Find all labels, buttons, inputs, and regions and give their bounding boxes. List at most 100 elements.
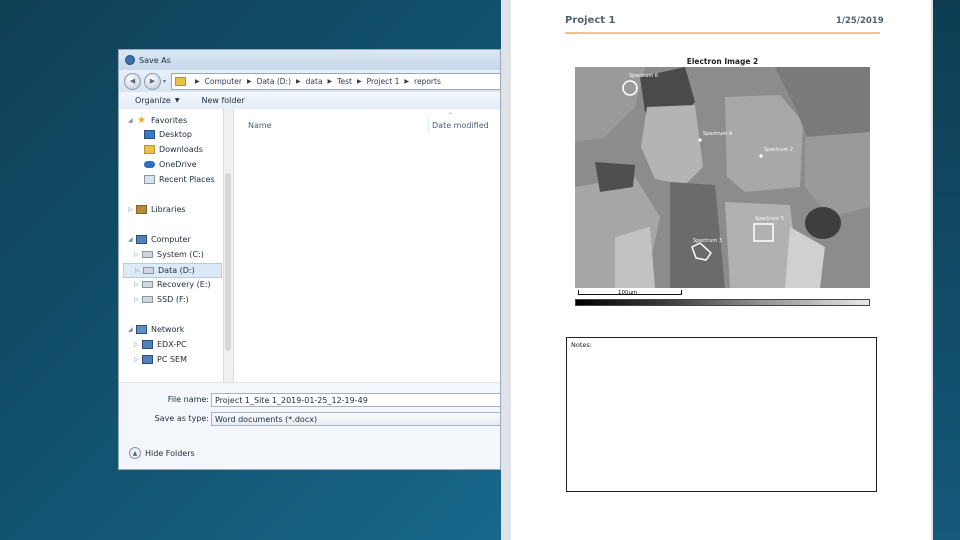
save-as-dialog: Save As ◀ ▶ ▾ ▶ Computer ▶ Data (D:) ▶ d… bbox=[118, 49, 501, 470]
desktop-icon bbox=[144, 130, 155, 139]
libraries-icon bbox=[136, 205, 147, 214]
app-icon bbox=[125, 55, 135, 65]
column-divider[interactable] bbox=[428, 117, 429, 133]
address-bar[interactable]: ▶ Computer ▶ Data (D:) ▶ data ▶ Test ▶ P… bbox=[171, 72, 500, 90]
forward-arrow-icon[interactable]: ▶ bbox=[144, 72, 161, 90]
organize-label: Organize bbox=[135, 96, 171, 105]
nav-recent-places[interactable]: Recent Places bbox=[144, 175, 215, 184]
collapsed-triangle-icon[interactable]: ▷ bbox=[134, 356, 142, 363]
spectrum-label: Spectrum 2 bbox=[764, 147, 793, 153]
nav-computer[interactable]: ◢ Computer bbox=[128, 235, 191, 244]
electron-image: Spectrum 6 Spectrum 4 Spectrum 2 Spectru… bbox=[575, 67, 870, 288]
drive-icon bbox=[142, 296, 153, 303]
collapsed-triangle-icon[interactable]: ▷ bbox=[134, 251, 142, 258]
drive-icon bbox=[142, 281, 153, 288]
nav-system-drive-label: System (C:) bbox=[157, 250, 204, 259]
notes-label: Notes: bbox=[571, 341, 592, 349]
nav-onedrive-label: OneDrive bbox=[159, 160, 197, 169]
expanded-triangle-icon[interactable]: ◢ bbox=[128, 117, 136, 124]
downloads-icon bbox=[144, 145, 155, 154]
nav-recovery-drive-label: Recovery (E:) bbox=[157, 280, 211, 289]
save-as-type-label: Save as type: bbox=[154, 414, 209, 423]
star-icon: ★ bbox=[137, 115, 146, 126]
nav-network-label: Network bbox=[151, 325, 185, 334]
recent-locations-chevron-icon[interactable]: ▾ bbox=[163, 78, 166, 85]
collapsed-triangle-icon[interactable]: ▷ bbox=[128, 206, 136, 213]
header-rule bbox=[565, 32, 880, 34]
nav-onedrive[interactable]: OneDrive bbox=[144, 160, 197, 169]
nav-libraries[interactable]: ▷ Libraries bbox=[128, 205, 186, 214]
file-name-input[interactable]: Project 1_Site 1_2019-01-25_12-19-49 bbox=[211, 393, 500, 407]
nav-system-drive[interactable]: ▷ System (C:) bbox=[134, 250, 204, 259]
nav-network[interactable]: ◢ Network bbox=[128, 325, 184, 334]
collapsed-triangle-icon[interactable]: ▷ bbox=[134, 341, 142, 348]
breadcrumb-separator-icon[interactable]: ▶ bbox=[247, 78, 252, 85]
nav-favorites-label: Favorites bbox=[151, 116, 188, 125]
nav-pc-sem-label: PC SEM bbox=[157, 355, 187, 364]
expanded-triangle-icon[interactable]: ◢ bbox=[128, 236, 136, 243]
chevron-down-icon: ▼ bbox=[174, 97, 180, 104]
dialog-bottom-panel: File name: Project 1_Site 1_2019-01-25_1… bbox=[119, 382, 500, 469]
collapsed-triangle-icon[interactable]: ▷ bbox=[134, 296, 142, 303]
spectrum-label: Spectrum 3 bbox=[693, 238, 722, 244]
new-folder-button[interactable]: New folder bbox=[201, 96, 244, 105]
breadcrumb-separator-icon[interactable]: ▶ bbox=[296, 78, 301, 85]
scale-bar-label: 100µm bbox=[618, 290, 638, 296]
computer-icon bbox=[142, 355, 153, 364]
breadcrumb-reports[interactable]: reports bbox=[414, 77, 441, 86]
address-row: ◀ ▶ ▾ ▶ Computer ▶ Data (D:) ▶ data ▶ Te… bbox=[119, 70, 500, 92]
recent-places-icon bbox=[144, 175, 155, 184]
collapsed-triangle-icon[interactable]: ▷ bbox=[134, 281, 142, 288]
spectrum-label: Spectrum 4 bbox=[703, 131, 732, 137]
breadcrumb-separator-icon[interactable]: ▶ bbox=[404, 78, 409, 85]
hide-folders-button[interactable]: ▲ Hide Folders bbox=[129, 447, 195, 459]
save-as-type-select[interactable]: Word documents (*.docx) bbox=[211, 412, 500, 426]
spectrum-label: Spectrum 5 bbox=[755, 216, 784, 222]
breadcrumb-test[interactable]: Test bbox=[337, 77, 352, 86]
dialog-titlebar[interactable]: Save As bbox=[119, 50, 500, 70]
nav-computer-label: Computer bbox=[151, 235, 191, 244]
nav-ssd-drive[interactable]: ▷ SSD (F:) bbox=[134, 295, 189, 304]
intensity-colorbar bbox=[575, 299, 870, 306]
organize-button[interactable]: Organize ▼ bbox=[135, 96, 179, 105]
expanded-triangle-icon[interactable]: ◢ bbox=[128, 326, 136, 333]
file-name-label: File name: bbox=[167, 395, 209, 404]
breadcrumb-project-1[interactable]: Project 1 bbox=[367, 77, 400, 86]
nav-data-drive-label: Data (D:) bbox=[158, 266, 195, 275]
folder-icon bbox=[175, 76, 187, 86]
dialog-toolbar: Organize ▼ New folder bbox=[119, 92, 500, 110]
collapsed-triangle-icon[interactable]: ▷ bbox=[135, 267, 143, 274]
document-date: 1/25/2019 bbox=[836, 16, 884, 26]
breadcrumb-computer[interactable]: Computer bbox=[205, 77, 242, 86]
nav-pc-sem[interactable]: ▷ PC SEM bbox=[134, 355, 187, 364]
column-header-date-modified[interactable]: Date modified bbox=[432, 121, 489, 130]
breadcrumb-separator-icon: ▶ bbox=[195, 77, 200, 85]
nav-edx-pc[interactable]: ▷ EDX-PC bbox=[134, 340, 187, 349]
spectrum-label: Spectrum 6 bbox=[629, 73, 658, 79]
back-arrow-icon[interactable]: ◀ bbox=[124, 72, 141, 90]
computer-icon bbox=[142, 340, 153, 349]
breadcrumb-separator-icon[interactable]: ▶ bbox=[328, 78, 333, 85]
dialog-title: Save As bbox=[139, 55, 171, 65]
notes-box[interactable]: Notes: bbox=[566, 337, 877, 492]
nav-desktop[interactable]: Desktop bbox=[144, 130, 192, 139]
nav-recent-places-label: Recent Places bbox=[159, 175, 215, 184]
desktop-edge bbox=[933, 0, 960, 540]
drive-icon bbox=[143, 267, 154, 274]
nav-favorites[interactable]: ◢ ★ Favorites bbox=[128, 115, 187, 126]
chevron-up-icon: ▲ bbox=[129, 447, 141, 459]
new-folder-label: New folder bbox=[201, 96, 245, 105]
breadcrumb-data[interactable]: data bbox=[306, 77, 323, 86]
hide-folders-label: Hide Folders bbox=[145, 448, 195, 458]
breadcrumb-separator-icon[interactable]: ▶ bbox=[357, 78, 362, 85]
cloud-icon bbox=[144, 161, 155, 168]
nav-recovery-drive[interactable]: ▷ Recovery (E:) bbox=[134, 280, 211, 289]
nav-downloads[interactable]: Downloads bbox=[144, 145, 203, 154]
breadcrumb-data-drive[interactable]: Data (D:) bbox=[257, 77, 291, 86]
nav-scrollbar-thumb[interactable] bbox=[225, 173, 231, 351]
nav-downloads-label: Downloads bbox=[159, 145, 203, 154]
nav-data-drive[interactable]: ▷ Data (D:) bbox=[123, 263, 222, 278]
column-header-name[interactable]: Name bbox=[248, 121, 272, 130]
drive-icon bbox=[142, 251, 153, 258]
network-icon bbox=[136, 325, 147, 334]
